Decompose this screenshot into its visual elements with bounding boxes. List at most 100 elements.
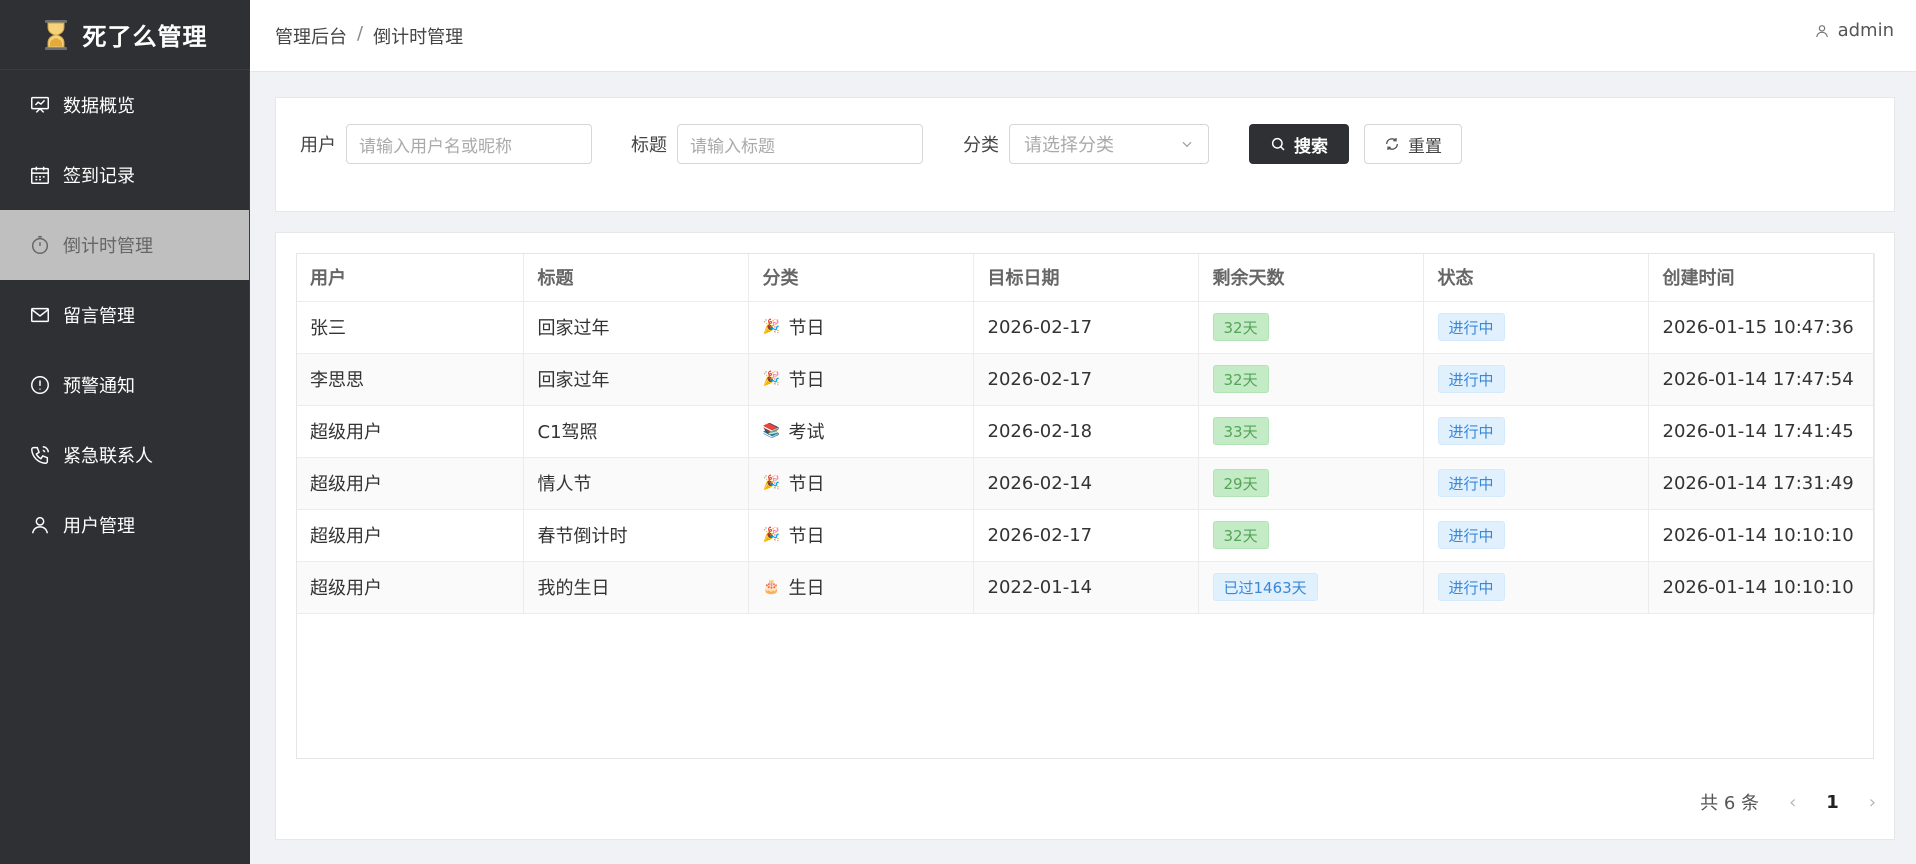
user-icon — [1815, 24, 1828, 37]
sidebar-item-contacts[interactable]: 紧急联系人 — [0, 420, 250, 490]
cell-created: 2026-01-14 10:10:10 — [1648, 509, 1875, 562]
target-date: 2026-02-14 — [987, 472, 1093, 494]
remaining-days-badge: 32天 — [1212, 521, 1269, 549]
user-menu[interactable]: admin — [1814, 20, 1894, 41]
status-badge: 进行中 — [1437, 469, 1505, 497]
sidebar-item-label: 用户管理 — [63, 516, 135, 537]
category-select[interactable]: 请选择分类 — [1009, 124, 1209, 164]
table-row[interactable]: 超级用户 情人节 🎉 节日 2026-02-14 29天 进行中 2026-01-14 17:… — [296, 457, 1875, 510]
cell-title: C1驾照 — [523, 405, 749, 458]
user-name: 超级用户 — [310, 474, 382, 495]
sidebar-item-alerts[interactable]: 预警通知 — [0, 350, 250, 420]
table-row[interactable]: 李思思 回家过年 🎉 节日 2026-02-17 32天 进行中 2026-01-14 17:… — [296, 353, 1875, 406]
sidebar: 死了么管理 数据概览 签到记录 倒计时管理 留言管理 预警通知 紧急联系人 用户… — [0, 0, 250, 864]
cell-user: 超级用户 — [296, 405, 524, 458]
calendar-icon — [31, 166, 49, 184]
cell-status: 进行中 — [1423, 353, 1649, 406]
category-label: 生日 — [788, 578, 825, 599]
sidebar-item-overview[interactable]: 数据概览 — [0, 70, 250, 140]
breadcrumb-item-home[interactable]: 管理后台 — [275, 23, 347, 49]
cell-status: 进行中 — [1423, 509, 1649, 562]
column-header-status: 状态 — [1423, 253, 1649, 302]
cell-user: 李思思 — [296, 353, 524, 406]
sidebar-item-countdown[interactable]: 倒计时管理 — [0, 210, 250, 280]
user-name: 李思思 — [310, 370, 364, 391]
category-label: 节日 — [788, 370, 825, 391]
cell-remaining: 32天 — [1198, 353, 1424, 406]
app-logo[interactable]: 死了么管理 — [0, 0, 250, 70]
cell-user: 超级用户 — [296, 561, 524, 614]
total-count: 共 6 条 — [1700, 793, 1760, 814]
prev-page-button[interactable]: ‹ — [1789, 792, 1796, 813]
sidebar-item-messages[interactable]: 留言管理 — [0, 280, 250, 350]
category-icon: 🎂 — [762, 579, 781, 595]
cell-target-date: 2022-01-14 — [973, 561, 1199, 614]
top-header: 管理后台 / 倒计时管理 admin — [250, 0, 1916, 72]
title-search-input[interactable]: 请输入标题 — [677, 124, 923, 164]
cell-category: 🎉 节日 — [748, 457, 974, 510]
sidebar-menu: 数据概览 签到记录 倒计时管理 留言管理 预警通知 紧急联系人 用户管理 — [0, 70, 250, 560]
user-search-input[interactable]: 请输入用户名或昵称 — [346, 124, 592, 164]
pagination: 共 6 条 ‹ 1 › — [1700, 789, 1876, 815]
column-header-target-date: 目标日期 — [973, 253, 1199, 302]
cell-title: 我的生日 — [523, 561, 749, 614]
cell-target-date: 2026-02-17 — [973, 301, 1199, 354]
category-label: 节日 — [788, 474, 825, 495]
timer-icon — [31, 236, 49, 254]
cell-remaining: 32天 — [1198, 301, 1424, 354]
category-label: 考试 — [788, 422, 825, 443]
category-icon: 🎉 — [762, 475, 781, 491]
cell-status: 进行中 — [1423, 301, 1649, 354]
cell-status: 进行中 — [1423, 405, 1649, 458]
countdown-table-panel: 用户 标题 分类 目标日期 剩余天数 状态 创建时间 张三 回家过年 🎉 节日 2026… — [275, 232, 1895, 840]
search-button[interactable]: 搜索 — [1249, 124, 1349, 164]
warning-icon — [31, 376, 49, 394]
user-name: 超级用户 — [310, 422, 382, 443]
countdown-table: 用户 标题 分类 目标日期 剩余天数 状态 创建时间 张三 回家过年 🎉 节日 2026… — [296, 253, 1875, 614]
status-badge: 进行中 — [1437, 313, 1505, 341]
cell-created: 2026-01-15 10:47:36 — [1648, 301, 1875, 354]
chevron-down-icon — [1182, 141, 1192, 148]
remaining-days-badge: 32天 — [1212, 313, 1269, 341]
cell-title: 回家过年 — [523, 301, 749, 354]
next-page-button[interactable]: › — [1869, 792, 1876, 813]
target-date: 2026-02-17 — [987, 316, 1093, 338]
remaining-days-badge: 32天 — [1212, 365, 1269, 393]
username: admin — [1837, 20, 1894, 41]
table-row[interactable]: 超级用户 春节倒计时 🎉 节日 2026-02-17 32天 进行中 2026-01-14 1… — [296, 509, 1875, 562]
category-icon: 🎉 — [762, 371, 781, 387]
remaining-days-badge: 已过1463天 — [1212, 573, 1318, 601]
category-filter-label: 分类 — [963, 135, 999, 156]
target-date: 2026-02-17 — [987, 368, 1093, 390]
sidebar-item-label: 签到记录 — [63, 166, 135, 187]
category-icon: 🎉 — [762, 527, 781, 543]
search-button-label: 搜索 — [1294, 136, 1328, 157]
table-body: 张三 回家过年 🎉 节日 2026-02-17 32天 进行中 2026-01-15 10:4… — [296, 301, 1875, 614]
column-header-created: 创建时间 — [1648, 253, 1875, 302]
category-icon: 🎉 — [762, 319, 781, 335]
mail-icon — [31, 307, 49, 323]
cell-created: 2026-01-14 17:47:54 — [1648, 353, 1875, 406]
sidebar-item-checkin[interactable]: 签到记录 — [0, 140, 250, 210]
column-header-remaining: 剩余天数 — [1198, 253, 1424, 302]
presentation-icon — [31, 96, 49, 113]
column-header-category: 分类 — [748, 253, 974, 302]
countdown-title: 我的生日 — [537, 578, 610, 599]
breadcrumb: 管理后台 / 倒计时管理 — [275, 23, 463, 49]
cell-title: 回家过年 — [523, 353, 749, 406]
created-time: 2026-01-14 17:41:45 — [1662, 420, 1854, 442]
reset-button[interactable]: 重置 — [1364, 124, 1462, 164]
sidebar-item-users[interactable]: 用户管理 — [0, 490, 250, 560]
category-label: 节日 — [788, 526, 825, 547]
breadcrumb-separator: / — [357, 22, 364, 44]
search-icon — [1271, 137, 1285, 151]
cell-remaining: 29天 — [1198, 457, 1424, 510]
cell-remaining: 已过1463天 — [1198, 561, 1424, 614]
search-panel: 用户 请输入用户名或昵称 标题 请输入标题 分类 请选择分类 搜索 重置 — [275, 97, 1895, 212]
page-number-current[interactable]: 1 — [1826, 792, 1839, 813]
table-row[interactable]: 张三 回家过年 🎉 节日 2026-02-17 32天 进行中 2026-01-15 10:4… — [296, 301, 1875, 354]
table-row[interactable]: 超级用户 C1驾照 📚 考试 2026-02-18 33天 进行中 2026-01-14 17… — [296, 405, 1875, 458]
target-date: 2026-02-17 — [987, 524, 1093, 546]
table-row[interactable]: 超级用户 我的生日 🎂 生日 2022-01-14 已过1463天 进行中 2026-01-1… — [296, 561, 1875, 614]
target-date: 2022-01-14 — [987, 576, 1093, 598]
